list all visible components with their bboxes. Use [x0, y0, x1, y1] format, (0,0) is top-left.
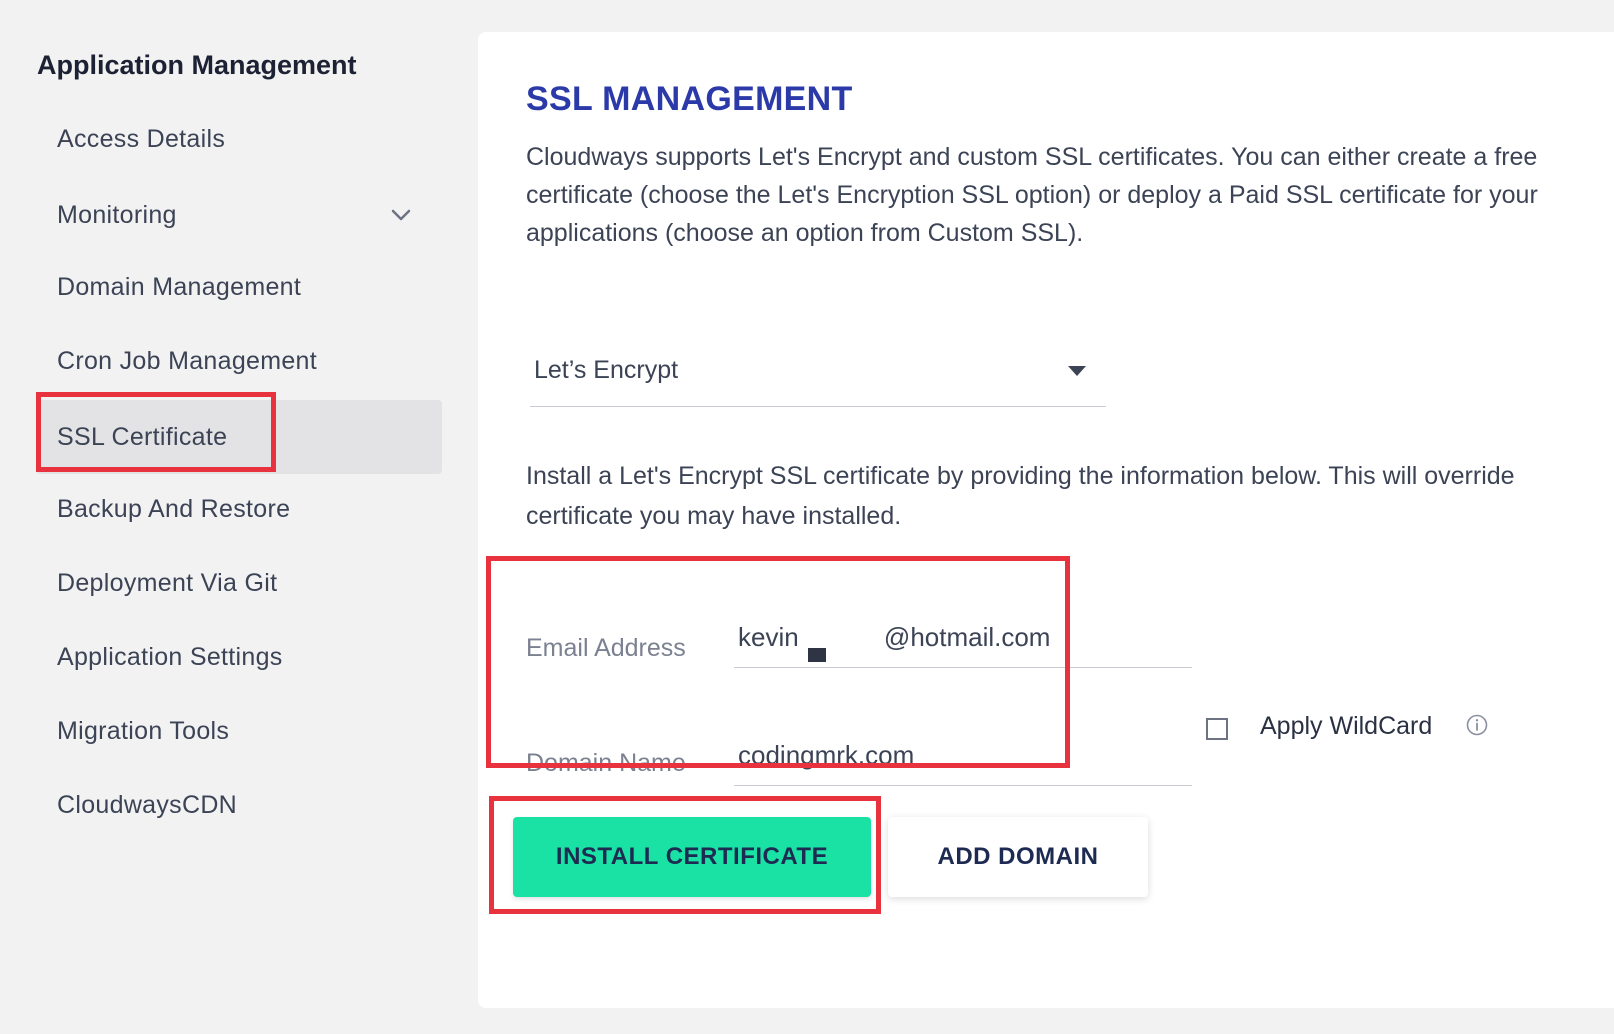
nav-item-label: Cron Job Management	[57, 346, 318, 375]
sidebar-title: Application Management	[37, 50, 357, 80]
nav-item-label: SSL Certificate	[57, 422, 228, 451]
info-icon[interactable]	[1466, 714, 1488, 736]
nav-item-domain-management[interactable]: Domain Management	[36, 250, 442, 324]
install-note-line: certificate you may have installed.	[526, 502, 902, 530]
apply-wildcard-label: Apply WildCard	[1260, 712, 1433, 740]
ssl-type-select-value: Let’s Encrypt	[534, 356, 679, 384]
nav-item-label: Domain Management	[57, 272, 302, 301]
nav-item-label: Migration Tools	[57, 716, 230, 745]
nav-item-access-details[interactable]: Access Details	[36, 102, 442, 176]
apply-wildcard-checkbox[interactable]	[1206, 718, 1228, 740]
redaction-block	[808, 648, 826, 662]
description-line: applications (choose an option from Cust…	[526, 219, 1084, 247]
nav-item-label: Application Settings	[57, 642, 283, 671]
nav-item-deployment-via-git[interactable]: Deployment Via Git	[36, 546, 442, 620]
chevron-down-icon[interactable]	[390, 204, 412, 226]
nav-item-monitoring[interactable]: Monitoring	[36, 178, 442, 252]
ssl-management-panel: SSL MANAGEMENT Cloudways supports Let's …	[478, 32, 1614, 1008]
caret-down-icon	[1068, 366, 1086, 376]
email-field[interactable]	[734, 614, 1192, 668]
install-note: Install a Let's Encrypt SSL certificate …	[526, 456, 1614, 536]
add-domain-button[interactable]: ADD DOMAIN	[888, 817, 1148, 897]
page-title: SSL MANAGEMENT	[526, 80, 853, 118]
domain-label: Domain Name	[526, 749, 686, 777]
install-note-line: Install a Let's Encrypt SSL certificate …	[526, 462, 1515, 490]
description-line: certificate (choose the Let's Encryption…	[526, 181, 1538, 209]
install-certificate-button[interactable]: INSTALL CERTIFICATE	[513, 817, 871, 897]
nav-item-ssl-certificate[interactable]: SSL Certificate	[36, 400, 442, 474]
nav-item-application-settings[interactable]: Application Settings	[36, 620, 442, 694]
page-description: Cloudways supports Let's Encrypt and cus…	[526, 138, 1614, 252]
nav-item-cloudwayscdn[interactable]: CloudwaysCDN	[36, 768, 442, 842]
domain-name-field[interactable]	[734, 732, 1192, 786]
email-label: Email Address	[526, 634, 686, 662]
nav-item-migration-tools[interactable]: Migration Tools	[36, 694, 442, 768]
nav-item-label: CloudwaysCDN	[57, 790, 238, 819]
sidebar: Application Management Access Details Mo…	[0, 0, 460, 1034]
nav-item-backup-and-restore[interactable]: Backup And Restore	[36, 472, 442, 546]
description-line: Cloudways supports Let's Encrypt and cus…	[526, 143, 1538, 171]
nav-item-label: Monitoring	[57, 200, 177, 229]
nav-item-label: Backup And Restore	[57, 494, 291, 523]
nav-item-label: Access Details	[57, 124, 226, 153]
nav-item-cron-job-management[interactable]: Cron Job Management	[36, 324, 442, 398]
ssl-type-select[interactable]: Let’s Encrypt	[530, 342, 1106, 407]
nav-item-label: Deployment Via Git	[57, 568, 278, 597]
